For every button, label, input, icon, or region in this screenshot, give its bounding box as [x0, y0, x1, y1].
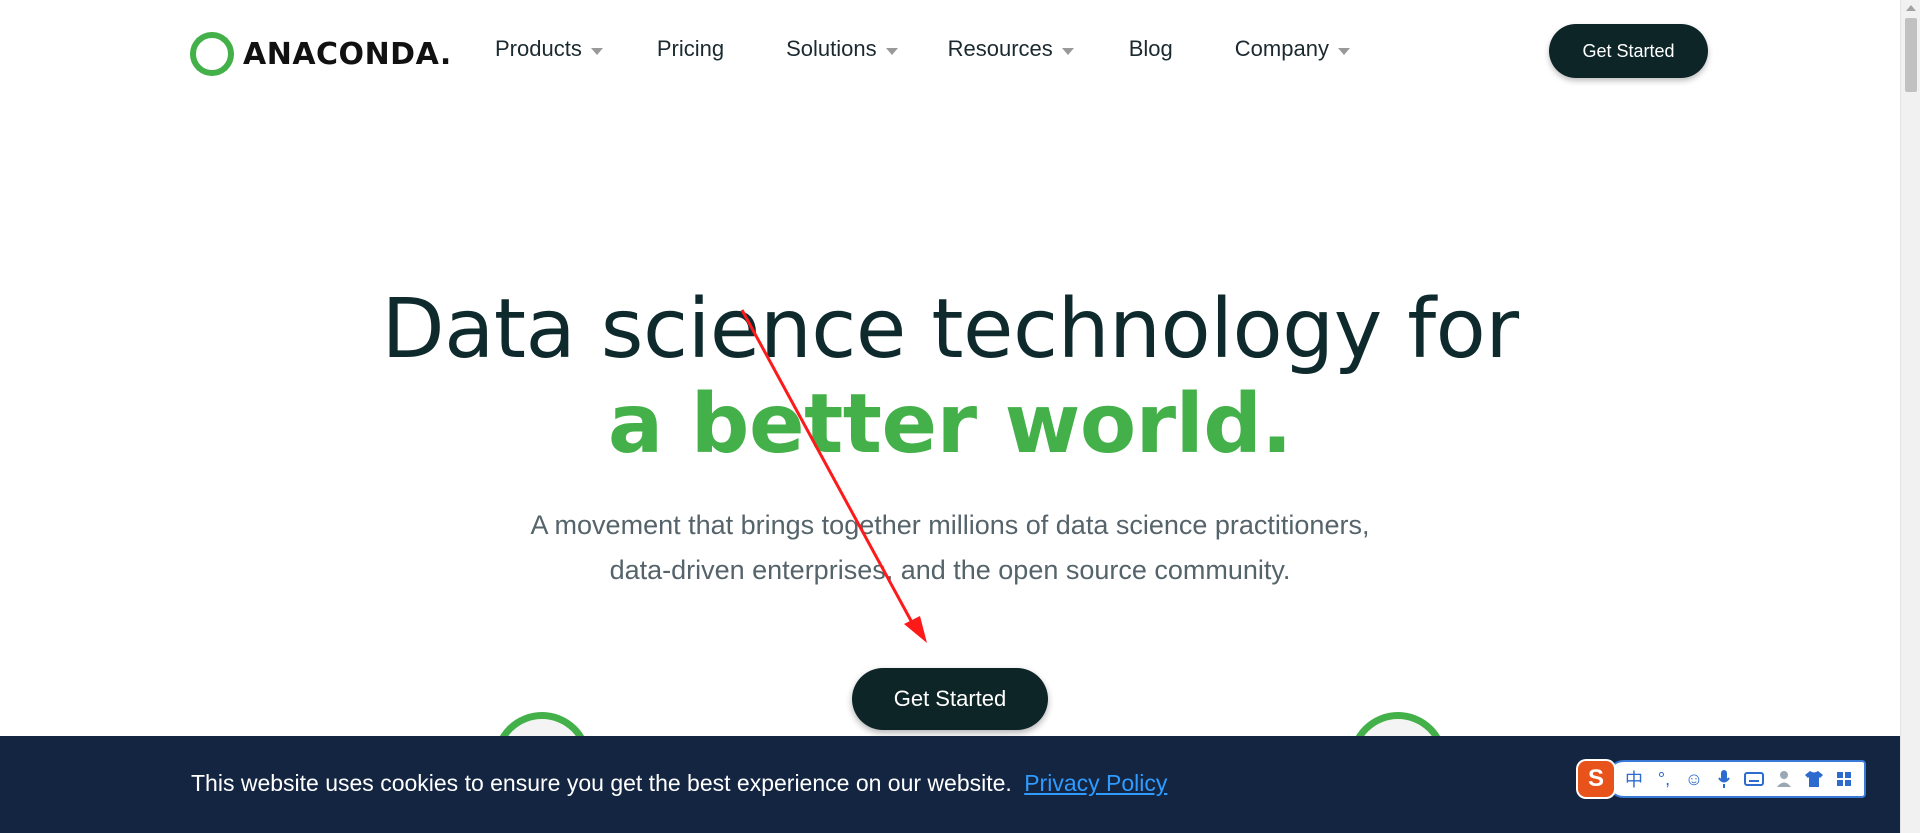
nav-label: Company	[1234, 36, 1329, 61]
page-viewport: ANACONDA. Products Pricing Solutions Res…	[0, 0, 1900, 833]
chevron-down-icon	[1337, 47, 1350, 55]
cookie-text: This website uses cookies to ensure you …	[191, 770, 1012, 796]
nav-item-solutions[interactable]: Solutions	[786, 36, 898, 62]
nav-item-company[interactable]: Company	[1235, 36, 1350, 62]
hero-subtitle-line1: A movement that brings together millions…	[530, 510, 1370, 540]
logo-wordmark: ANACONDA.	[243, 36, 452, 72]
site-header: ANACONDA. Products Pricing Solutions Res…	[0, 0, 1900, 104]
hero-subtitle: A movement that brings together millions…	[0, 503, 1900, 593]
user-shape	[1777, 771, 1791, 787]
anaconda-logo[interactable]: ANACONDA.	[189, 30, 452, 78]
emoji-icon[interactable]: ☺	[1684, 768, 1704, 790]
chinese-mode-icon[interactable]: 中	[1624, 768, 1644, 790]
nav-label: Blog	[1128, 36, 1173, 61]
chevron-down-icon	[590, 47, 603, 55]
hero-get-started-button[interactable]: Get Started	[852, 668, 1048, 730]
nav-label: Solutions	[786, 36, 877, 61]
cookie-banner: This website uses cookies to ensure you …	[0, 736, 1900, 833]
shirt-shape	[1805, 771, 1823, 787]
sogou-logo-icon[interactable]: S	[1578, 761, 1614, 797]
ime-toolbar[interactable]: S 中 °, ☺	[1578, 758, 1866, 800]
anaconda-ring-icon	[190, 32, 234, 76]
punctuation-icon[interactable]: °,	[1654, 768, 1674, 790]
microphone-icon[interactable]	[1714, 768, 1734, 790]
nav-item-pricing[interactable]: Pricing	[657, 36, 724, 62]
menu-grid-icon[interactable]	[1834, 768, 1854, 790]
chevron-down-icon	[885, 47, 898, 55]
grid-shape	[1837, 772, 1851, 786]
privacy-policy-link[interactable]: Privacy Policy	[1024, 770, 1167, 796]
hero-title-line2: a better world.	[607, 377, 1293, 472]
nav-label: Products	[495, 36, 582, 61]
microphone-shape	[1718, 770, 1730, 788]
cookie-message: This website uses cookies to ensure you …	[191, 770, 1167, 797]
hero-subtitle-line2: data-driven enterprises, and the open so…	[609, 555, 1291, 585]
scrollbar-thumb[interactable]	[1905, 18, 1917, 92]
keyboard-icon[interactable]	[1744, 768, 1764, 790]
hero-title-line1: Data science technology for	[381, 282, 1519, 377]
user-icon[interactable]	[1774, 768, 1794, 790]
vertical-scrollbar[interactable]	[1900, 0, 1920, 833]
nav-item-products[interactable]: Products	[495, 36, 603, 62]
ime-bar: 中 °, ☺	[1606, 760, 1866, 798]
chevron-down-icon	[1061, 47, 1074, 55]
nav-item-blog[interactable]: Blog	[1129, 36, 1173, 62]
keyboard-shape	[1744, 772, 1764, 786]
nav-label: Resources	[947, 36, 1053, 61]
nav-item-resources[interactable]: Resources	[948, 36, 1074, 62]
nav-label: Pricing	[656, 36, 725, 61]
scroll-up-arrow-icon[interactable]	[1906, 5, 1916, 11]
skin-icon[interactable]	[1804, 768, 1824, 790]
main-nav: Products Pricing Solutions Resources Blo…	[495, 36, 1350, 62]
header-get-started-button[interactable]: Get Started	[1549, 24, 1708, 78]
